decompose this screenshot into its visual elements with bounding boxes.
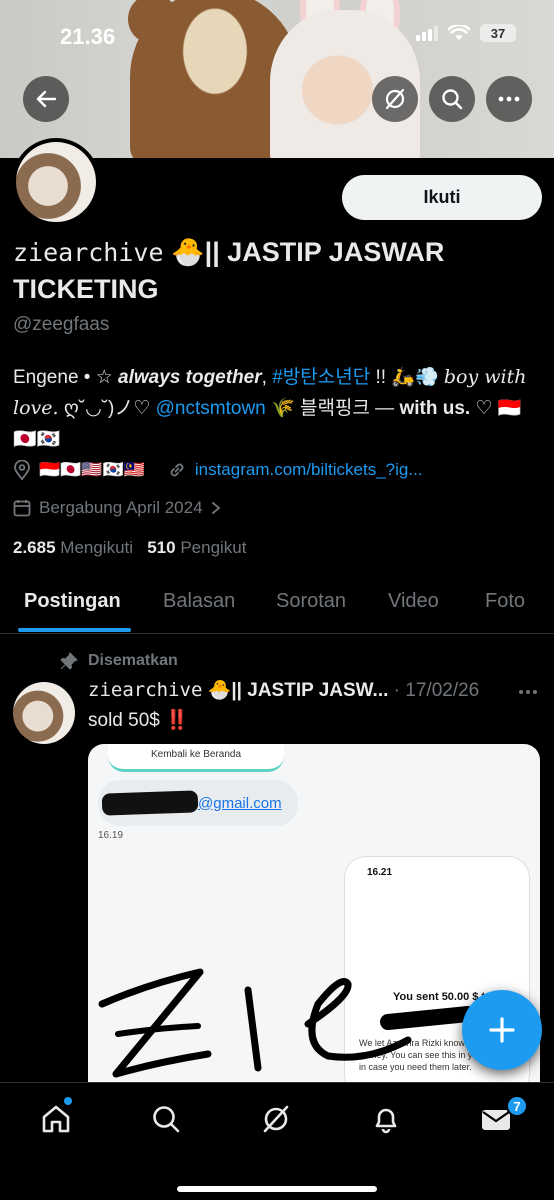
arrow-left-icon	[36, 90, 57, 108]
media-time: 16.19	[98, 830, 124, 841]
post-more-button[interactable]	[518, 682, 538, 700]
calendar-icon	[13, 500, 31, 517]
tab-foto[interactable]: Foto	[485, 590, 525, 613]
battery-icon: 37	[480, 24, 516, 42]
post-author-name: ziearchive	[88, 679, 203, 701]
back-button[interactable]	[23, 76, 69, 122]
followers-link[interactable]: 510 Pengikut	[147, 538, 246, 557]
grok-icon	[385, 88, 405, 110]
home-notification-dot	[64, 1097, 72, 1105]
profile-bio: Engene • ☆ always together, #방탄소년단 !! 🛵💨…	[13, 366, 527, 450]
tab-postingan[interactable]: Postingan	[24, 590, 121, 613]
display-name: ziearchive 🐣|| JASTIP JASWAR TICKETING	[13, 237, 445, 304]
grok-button[interactable]	[372, 76, 418, 122]
post-header[interactable]: ziearchive 🐣|| JASTIP JASW... · 17/02/26	[88, 678, 508, 702]
grok-icon	[263, 1105, 289, 1133]
signal-icon	[416, 25, 438, 41]
status-time: 21.36	[60, 24, 116, 49]
profile-location: 🇮🇩🇯🇵🇺🇸🇰🇷🇲🇾	[39, 460, 145, 479]
media-back-label: Kembali ke Beranda	[108, 744, 284, 772]
media-email: @gmail.com	[98, 780, 298, 826]
chick-emoji: 🐣	[171, 237, 205, 267]
compose-post-button[interactable]	[462, 990, 542, 1070]
profile-joined-text: Bergabung April 2024	[39, 498, 203, 517]
home-icon	[42, 1105, 70, 1133]
more-options-button[interactable]	[486, 76, 532, 122]
profile-joined: Bergabung April 2024	[13, 498, 221, 518]
status-bar: 21.36 37	[0, 0, 554, 70]
bottom-nav: 7	[0, 1082, 554, 1200]
following-link[interactable]: 2.685 Mengikuti	[13, 538, 133, 557]
follow-button[interactable]: Ikuti	[342, 175, 542, 220]
nav-home[interactable]	[38, 1101, 74, 1137]
profile-avatar[interactable]	[12, 138, 100, 226]
more-horizontal-icon	[519, 690, 537, 694]
bell-icon	[375, 1108, 397, 1134]
chevron-right-icon[interactable]	[211, 501, 221, 515]
tab-balasan[interactable]: Balasan	[163, 590, 235, 613]
tab-video[interactable]: Video	[388, 590, 439, 613]
link-icon	[170, 463, 184, 477]
profile-tabs: Postingan Balasan Sorotan Video Foto	[0, 574, 554, 634]
pin-icon	[60, 652, 78, 670]
location-pin-icon	[14, 460, 30, 480]
tab-sorotan[interactable]: Sorotan	[276, 590, 346, 613]
nav-grok[interactable]	[258, 1101, 294, 1137]
profile-handle: @zeegfaas	[13, 314, 110, 335]
mention-link[interactable]: @nctsmtown	[156, 398, 266, 419]
post-date: · 17/02/26	[393, 680, 480, 701]
profile-meta-row: 🇮🇩🇯🇵🇺🇸🇰🇷🇲🇾 instagram.com/biltickets_?ig.…	[13, 460, 423, 480]
search-button[interactable]	[429, 76, 475, 122]
more-horizontal-icon	[498, 96, 520, 102]
plus-icon	[489, 1017, 515, 1043]
profile-website-link[interactable]: instagram.com/biltickets_?ig...	[195, 460, 423, 480]
nav-search[interactable]	[148, 1101, 184, 1137]
hashtag-link[interactable]: #방탄소년단	[272, 367, 370, 388]
home-indicator	[177, 1186, 377, 1192]
active-tab-indicator	[18, 628, 131, 632]
search-icon	[153, 1106, 180, 1133]
pinned-label: Disematkan	[60, 652, 178, 670]
messages-badge: 7	[506, 1095, 528, 1117]
follow-counts: 2.685 Mengikuti 510 Pengikut	[13, 538, 247, 558]
post-text: sold 50$ ‼️	[88, 710, 189, 731]
post-author-avatar[interactable]	[13, 682, 75, 744]
search-icon	[442, 89, 463, 110]
wifi-icon	[448, 25, 470, 40]
nav-notifications[interactable]	[368, 1101, 404, 1137]
